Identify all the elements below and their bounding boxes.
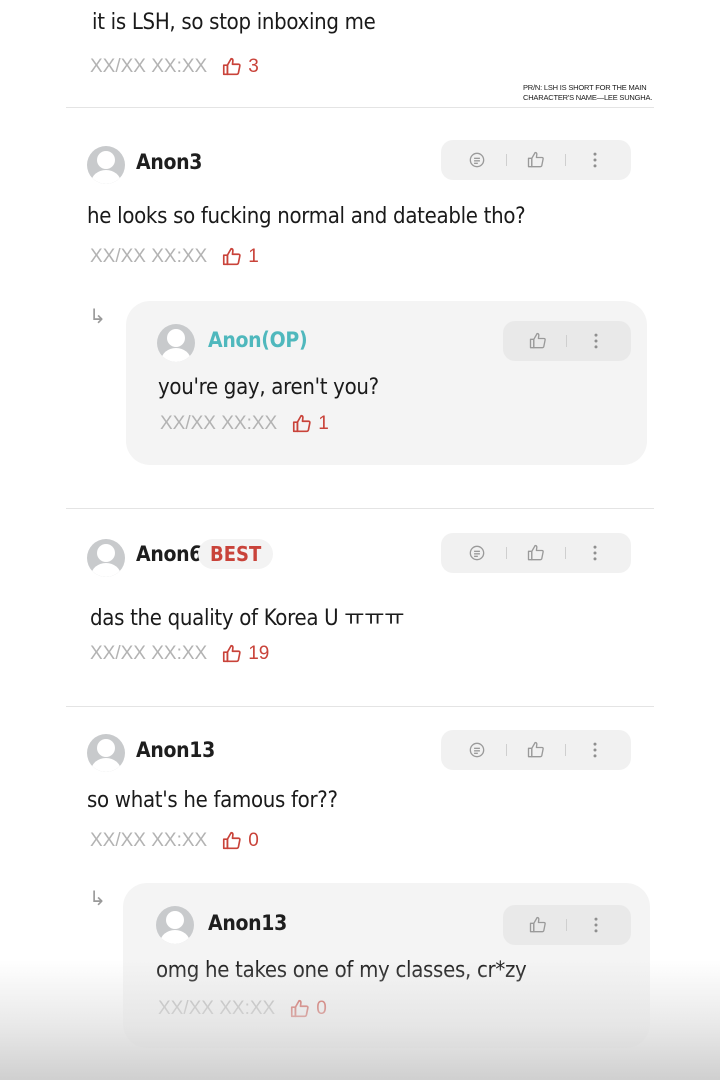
timestamp: XX/XX XX:XX [90,830,208,851]
thumbs-up-icon[interactable] [528,915,548,935]
like-count: 3 [248,56,259,77]
like-button[interactable]: 0 [221,830,259,852]
thumbs-up-icon[interactable] [526,740,546,760]
username[interactable]: Anon3 [136,150,202,174]
comment-meta: XX/XX XX:XX 3 [90,56,259,78]
comment-text: he looks so fucking normal and dateable … [87,204,526,229]
timestamp: XX/XX XX:XX [90,246,208,267]
translator-note-line: PR/N: LSH IS SHORT FOR THE MAIN [523,83,647,92]
reply-arrow-icon: ↳ [89,886,106,910]
avatar [87,146,125,184]
chat-icon[interactable] [467,543,487,563]
thumbs-up-icon[interactable] [526,543,546,563]
thumbs-up-icon [223,831,241,850]
comment-meta: XX/XX XX:XX 0 [158,998,327,1020]
reply-actions [503,321,631,361]
comment-actions [441,533,631,573]
username[interactable]: Anon(OP) [208,328,308,352]
like-count: 1 [318,413,329,434]
avatar [156,906,194,944]
divider [66,706,654,707]
timestamp: XX/XX XX:XX [158,998,276,1019]
username[interactable]: Anon13 [208,911,287,935]
more-vertical-icon[interactable] [585,543,605,563]
more-vertical-icon[interactable] [586,331,606,351]
thumbs-up-icon [291,999,309,1018]
translator-note-line: CHARACTER'S NAME—LEE SUNGHA. [523,93,653,102]
divider [66,508,654,509]
reply-arrow-icon: ↳ [89,304,106,328]
reply-actions [503,905,631,945]
avatar [87,539,125,577]
separator [566,335,568,347]
more-vertical-icon[interactable] [586,915,606,935]
separator [565,744,567,756]
comment-meta: XX/XX XX:XX 1 [90,246,259,268]
avatar [157,324,195,362]
best-badge: BEST [198,539,274,569]
comment-text: so what's he famous for?? [87,788,338,813]
timestamp: XX/XX XX:XX [90,643,208,664]
comment-actions [441,730,631,770]
avatar [87,734,125,772]
comment-actions [441,140,631,180]
more-vertical-icon[interactable] [585,150,605,170]
like-count: 1 [248,246,259,267]
like-count: 0 [248,830,259,851]
timestamp: XX/XX XX:XX [160,413,278,434]
comment-meta: XX/XX XX:XX 1 [160,413,329,435]
timestamp: XX/XX XX:XX [90,56,208,77]
more-vertical-icon[interactable] [585,740,605,760]
thumbs-up-icon[interactable] [526,150,546,170]
username[interactable]: Anon6 [136,542,202,566]
thumbs-up-icon [223,644,241,663]
comment-text: das the quality of Korea U ㅠㅠㅠ [90,606,405,631]
thumbs-up-icon [223,247,241,266]
like-button[interactable]: 19 [221,643,269,665]
comment-text: you're gay, aren't you? [158,375,379,400]
separator [505,744,507,756]
like-button[interactable]: 0 [289,998,327,1020]
comment-text: it is LSH, so stop inboxing me [92,10,376,35]
username[interactable]: Anon13 [136,738,215,762]
thumbs-up-icon [293,414,311,433]
like-button[interactable]: 3 [221,56,259,78]
comment-meta: XX/XX XX:XX 19 [90,643,269,665]
divider [66,107,654,108]
separator [565,547,567,559]
like-button[interactable]: 1 [221,246,259,268]
thumbs-up-icon [223,57,241,76]
chat-icon[interactable] [467,740,487,760]
like-count: 19 [248,643,270,664]
comment-meta: XX/XX XX:XX 0 [90,830,259,852]
separator [505,154,507,166]
separator [565,154,567,166]
thumbs-up-icon[interactable] [528,331,548,351]
separator [566,919,568,931]
comment-text: omg he takes one of my classes, cr*zy [156,958,527,983]
like-count: 0 [316,998,327,1019]
separator [505,547,507,559]
translator-note: PR/N: LSH IS SHORT FOR THE MAIN CHARACTE… [523,83,652,103]
like-button[interactable]: 1 [291,413,329,435]
chat-icon[interactable] [467,150,487,170]
